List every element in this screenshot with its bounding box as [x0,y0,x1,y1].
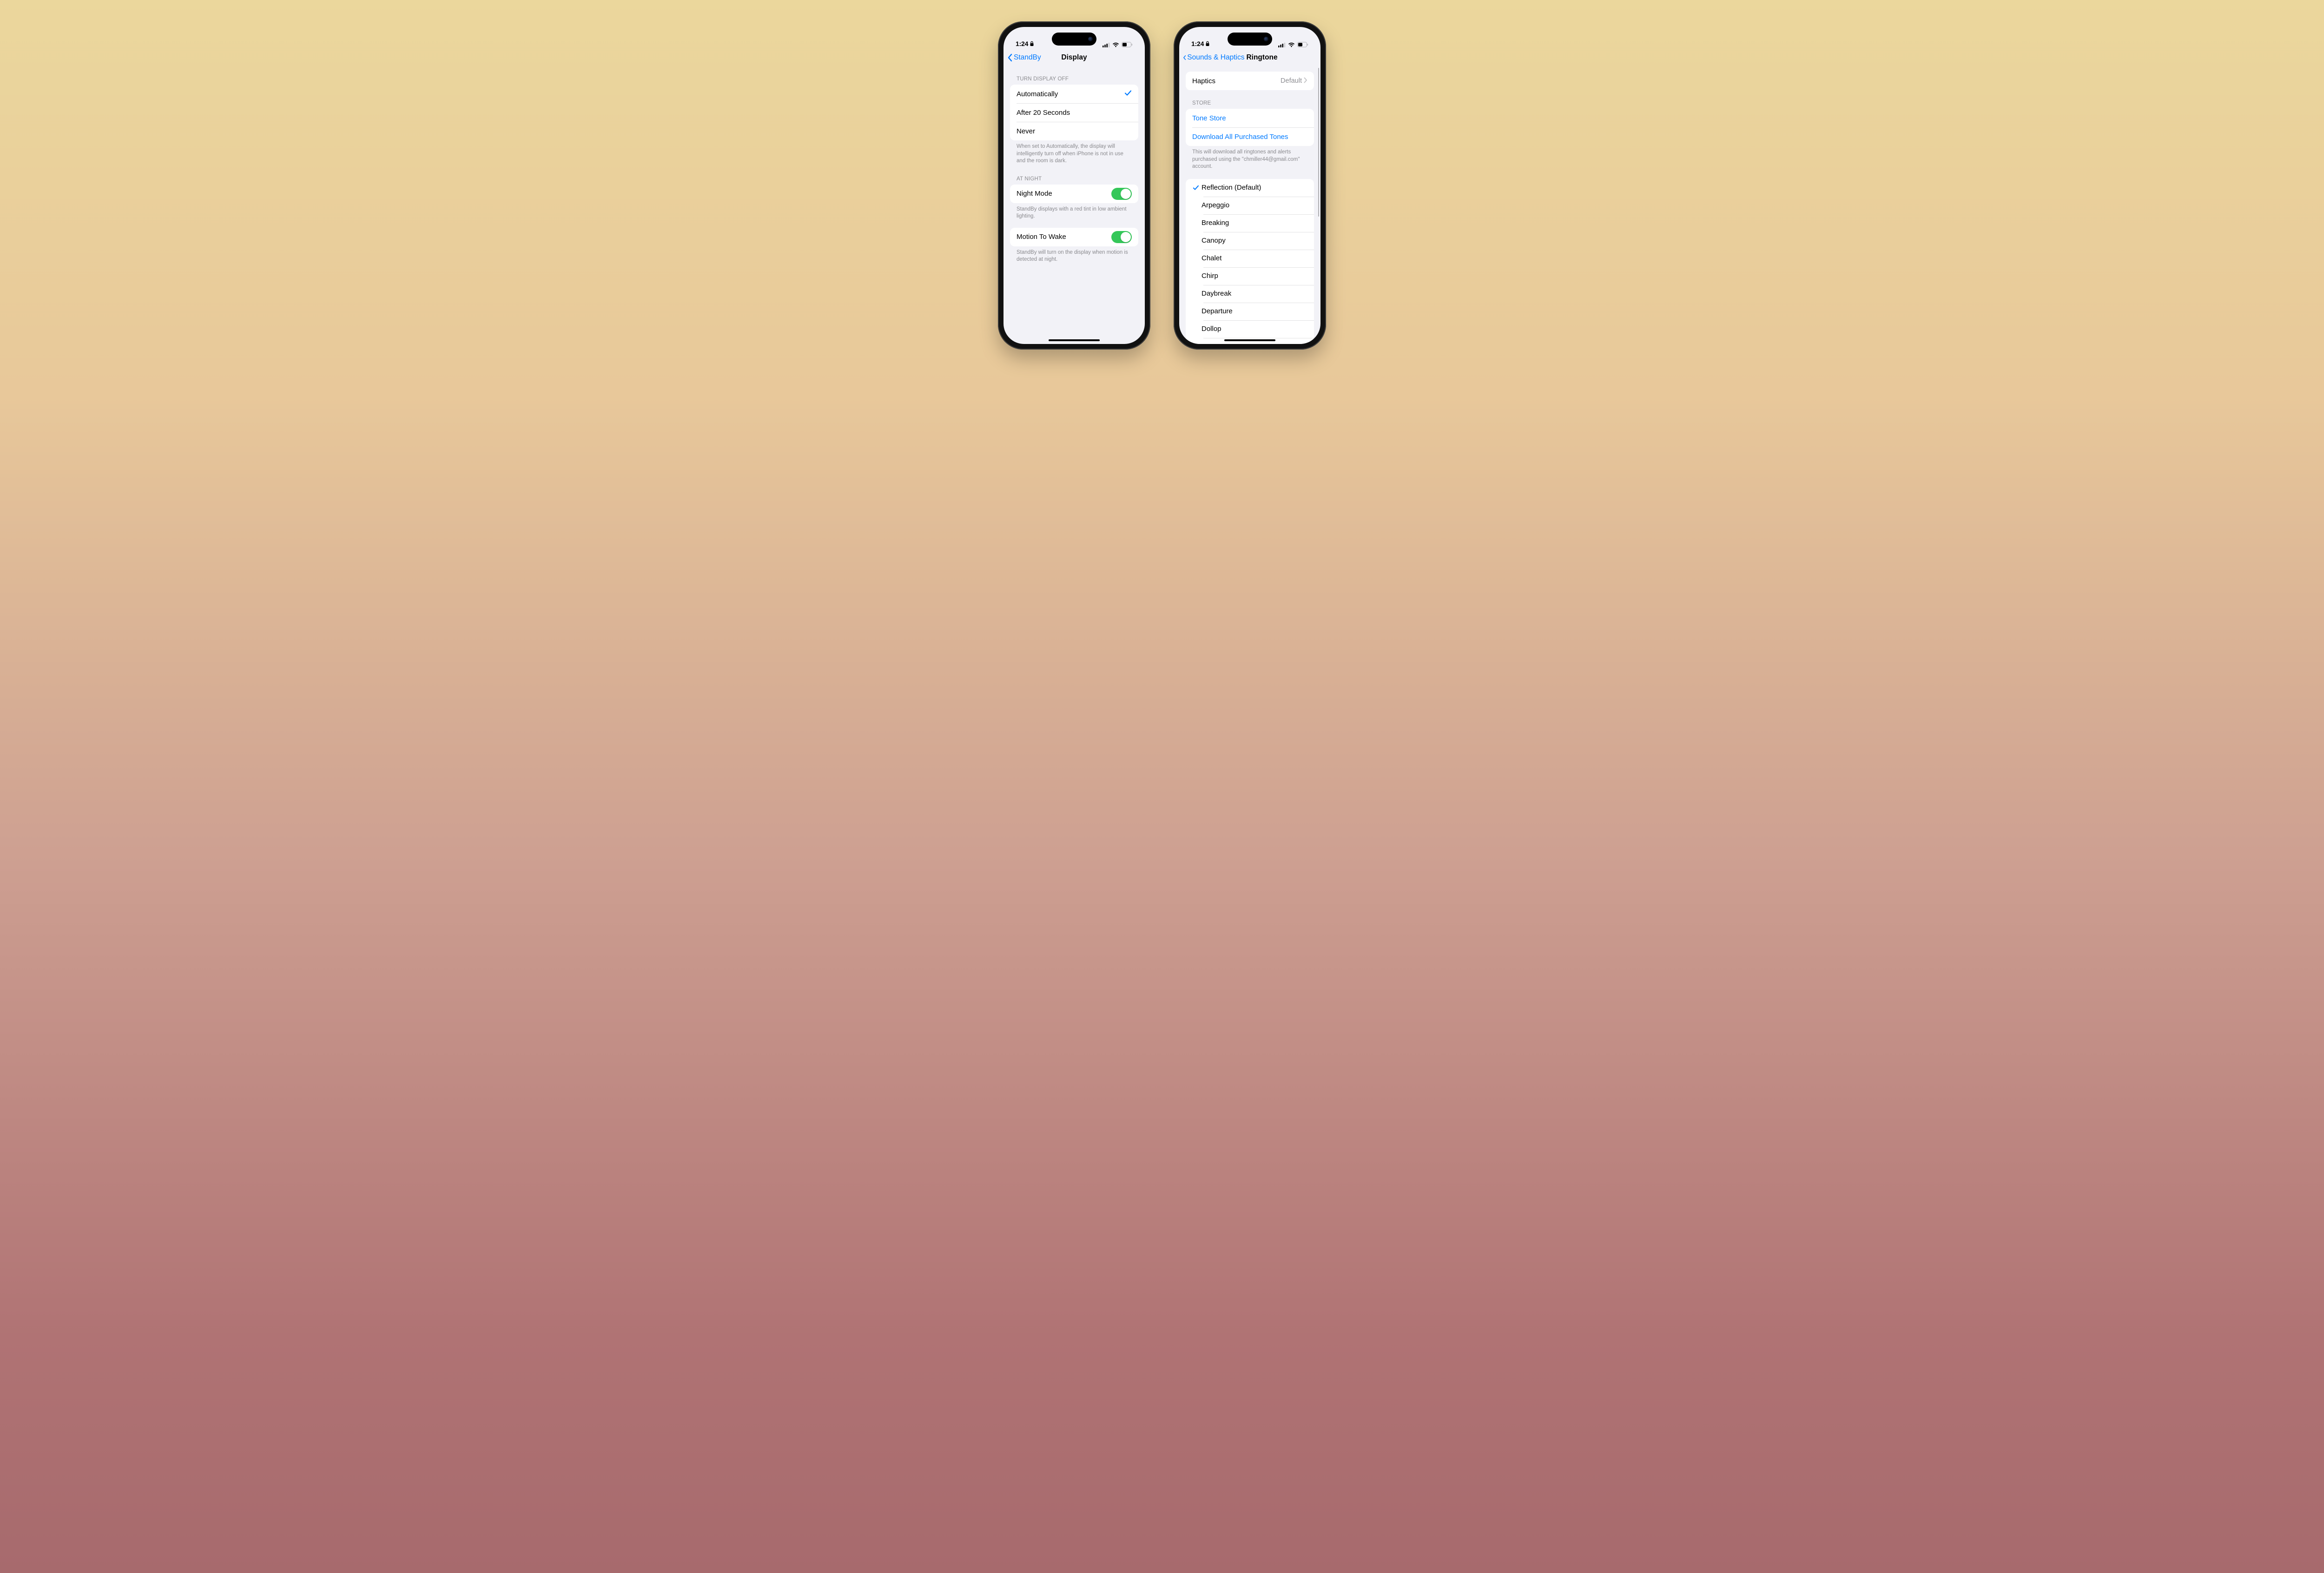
home-indicator[interactable] [1224,339,1275,341]
dynamic-island-camera [1264,37,1268,41]
row-label: Haptics [1192,77,1281,85]
scroll-indicator[interactable] [1318,68,1320,217]
status-bar: 1:24 [1179,27,1320,49]
group-store: Tone Store Download All Purchased Tones [1186,109,1314,146]
wifi-icon [1112,42,1119,47]
lock-icon [1030,41,1034,46]
phone-right: 1:24 [1174,21,1326,350]
row-label: Chirp [1202,272,1307,280]
cellular-icon [1103,42,1110,47]
row-label: Automatically [1017,90,1124,98]
phone-left: 1:24 [998,21,1150,350]
section-footer: StandBy will turn on the display when mo… [1010,246,1138,264]
chevron-right-icon [1304,77,1307,85]
screen-right: 1:24 [1179,27,1320,344]
checkmark-icon [1190,185,1202,191]
status-time-area: 1:24 [1191,40,1210,47]
section-footer: When set to Automatically, the display w… [1010,140,1138,166]
cellular-icon [1278,42,1286,47]
status-time-area: 1:24 [1016,40,1034,47]
stage: 1:24 [998,21,1326,350]
section-footer: This will download all ringtones and ale… [1186,146,1314,172]
row-label: Daybreak [1202,290,1307,297]
row-label: Departure [1202,307,1307,315]
section-header-store: STORE [1186,90,1314,109]
toggle-motion-to-wake[interactable] [1111,231,1132,243]
row-ringtone-chirp[interactable]: Chirp [1186,267,1314,285]
row-tone-store[interactable]: Tone Store [1186,109,1314,127]
row-label: Dollop [1202,325,1307,333]
row-ringtone-reflection[interactable]: Reflection (Default) [1186,179,1314,197]
status-time: 1:24 [1191,40,1204,47]
row-ringtone-daybreak[interactable]: Daybreak [1186,285,1314,303]
back-button[interactable]: StandBy [1007,53,1041,62]
row-label: Night Mode [1017,190,1111,198]
row-ringtone-breaking[interactable]: Breaking [1186,214,1314,232]
status-time: 1:24 [1016,40,1028,47]
row-label: Reflection (Default) [1202,184,1307,192]
back-label: Sounds & Haptics [1187,53,1244,62]
dynamic-island-camera [1088,37,1093,41]
lock-icon [1205,41,1210,46]
page-title: Display [1061,53,1087,62]
row-ringtone-chalet[interactable]: Chalet [1186,250,1314,267]
home-indicator[interactable] [1049,339,1100,341]
row-ringtone-dollop[interactable]: Dollop [1186,320,1314,338]
group-ringtones: Reflection (Default) Arpeggio Breaking C… [1186,179,1314,344]
row-value: Default [1281,77,1302,85]
row-label: Tone Store [1192,114,1307,122]
chevron-left-icon [1183,53,1186,62]
checkmark-icon [1124,90,1132,98]
row-ringtone-arpeggio[interactable]: Arpeggio [1186,197,1314,214]
row-label: Journey [1202,343,1307,344]
row-haptics[interactable]: Haptics Default [1186,72,1314,90]
row-ringtone-departure[interactable]: Departure [1186,303,1314,320]
toggle-night-mode[interactable] [1111,188,1132,200]
page-title: Ringtone [1246,53,1277,62]
battery-icon [1122,42,1133,47]
group-display-off: Automatically After 20 Seconds Never [1010,85,1138,140]
row-label: Never [1017,127,1132,135]
content-area[interactable]: Haptics Default STORE Tone Store Downloa… [1179,66,1320,344]
status-icons [1103,42,1133,47]
row-label: Arpeggio [1202,201,1307,209]
screen-left: 1:24 [1004,27,1145,344]
back-label: StandBy [1014,53,1041,62]
row-label: Chalet [1202,254,1307,262]
row-label: Motion To Wake [1017,233,1111,241]
status-bar: 1:24 [1004,27,1145,49]
wifi-icon [1288,42,1295,47]
row-motion-to-wake: Motion To Wake [1010,228,1138,246]
group-motion-wake: Motion To Wake [1010,228,1138,246]
row-never[interactable]: Never [1010,122,1138,140]
section-header-at-night: AT NIGHT [1010,166,1138,185]
chevron-left-icon [1007,53,1013,62]
group-night-mode: Night Mode [1010,185,1138,203]
row-label: Breaking [1202,219,1307,227]
row-after-20s[interactable]: After 20 Seconds [1010,103,1138,122]
row-label: After 20 Seconds [1017,109,1132,117]
row-night-mode: Night Mode [1010,185,1138,203]
back-button[interactable]: Sounds & Haptics [1183,53,1244,62]
group-haptics: Haptics Default [1186,72,1314,90]
section-header-display-off: TURN DISPLAY OFF [1010,66,1138,85]
row-automatically[interactable]: Automatically [1010,85,1138,103]
row-label: Canopy [1202,237,1307,245]
battery-icon [1297,42,1308,47]
navigation-bar: Sounds & Haptics Ringtone [1179,49,1320,66]
row-download-tones[interactable]: Download All Purchased Tones [1186,127,1314,146]
content-area[interactable]: TURN DISPLAY OFF Automatically After 20 … [1004,66,1145,344]
status-icons [1278,42,1308,47]
navigation-bar: StandBy Display [1004,49,1145,66]
row-ringtone-canopy[interactable]: Canopy [1186,232,1314,250]
row-label: Download All Purchased Tones [1192,133,1307,141]
section-footer: StandBy displays with a red tint in low … [1010,203,1138,221]
